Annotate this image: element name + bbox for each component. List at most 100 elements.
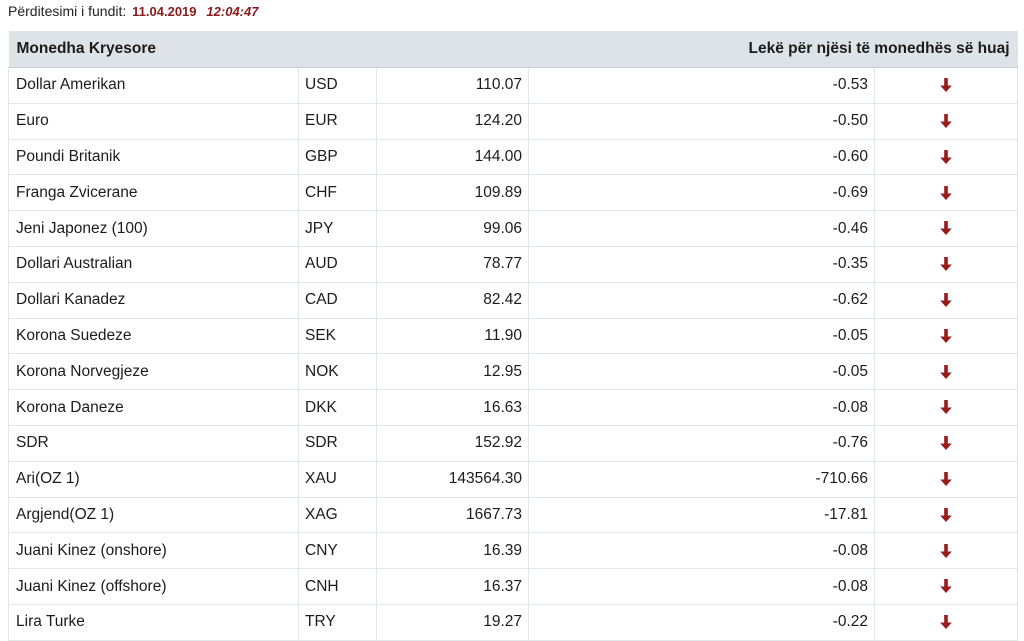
header-main-currencies: Monedha Kryesore [8,31,529,68]
currency-code-cell: JPY [298,210,377,247]
down-arrow-icon [940,185,952,200]
table-row: Dollari Australian AUD 78.77 -0.35 [8,245,1019,283]
rate-value-cell: 16.63 [375,389,530,426]
rate-value-cell: 124.20 [375,102,530,140]
table-row: Argjend(OZ 1) XAG 1667.73 -17.81 [8,496,1019,534]
currency-code-cell: CHF [298,174,377,212]
down-arrow-icon [940,293,952,308]
trend-cell [874,102,1019,140]
down-arrow-icon [940,78,952,93]
rate-change-cell: -710.66 [528,460,876,498]
rate-change-cell: -0.22 [528,603,876,641]
trend-cell [874,281,1019,319]
down-arrow-icon [940,364,952,379]
header-rate-description: Lekë për njësi të monedhës së huaj [528,31,1018,68]
currency-name-cell: Korona Suedeze [8,317,299,355]
currency-code-cell: NOK [298,353,377,391]
down-arrow-icon [940,615,952,630]
currency-name-cell: Dollar Amerikan [8,67,299,104]
currency-name-cell: Euro [8,102,299,140]
table-row: Ari(OZ 1) XAU 143564.30 -710.66 [8,460,1019,498]
table-row: Korona Suedeze SEK 11.90 -0.05 [8,317,1019,355]
table-row: Lira Turke TRY 19.27 -0.22 [8,603,1019,641]
rate-value-cell: 143564.30 [375,460,530,498]
rate-change-cell: -0.05 [528,317,876,355]
down-arrow-icon [940,328,952,343]
rate-change-cell: -0.53 [528,67,876,104]
rate-change-cell: -0.62 [528,281,876,319]
currency-code-cell: CAD [298,281,377,319]
rate-value-cell: 16.39 [375,532,530,570]
down-arrow-icon [940,472,952,487]
down-arrow-icon [940,114,952,129]
currency-name-cell: Ari(OZ 1) [8,460,299,498]
down-arrow-icon [940,400,952,415]
last-updated-date: 11.04.2019 [132,4,197,19]
trend-cell [874,389,1019,426]
trend-cell [874,245,1019,283]
rate-change-cell: -0.08 [528,568,876,605]
rate-change-cell: -0.08 [528,532,876,570]
currency-name-cell: Argjend(OZ 1) [8,496,299,534]
down-arrow-icon [940,436,952,451]
table-row: Juani Kinez (onshore) CNY 16.39 -0.08 [8,532,1019,570]
trend-cell [874,532,1019,570]
exchange-rates-table: Monedha Kryesore Lekë për njësi të moned… [8,31,1019,641]
currency-code-cell: TRY [298,603,377,641]
rate-value-cell: 19.27 [375,603,530,641]
rate-value-cell: 109.89 [375,174,530,212]
currency-code-cell: DKK [298,389,377,426]
table-row: Dollari Kanadez CAD 82.42 -0.62 [8,281,1019,319]
currency-name-cell: Dollari Australian [8,245,299,283]
currency-code-cell: EUR [298,102,377,140]
rate-value-cell: 110.07 [375,67,530,104]
currency-name-cell: Juani Kinez (offshore) [8,568,299,605]
table-header-row: Monedha Kryesore Lekë për njësi të moned… [8,31,1018,68]
last-updated-time: 12:04:47 [206,4,259,19]
currency-name-cell: Korona Daneze [8,389,299,426]
rate-change-cell: -17.81 [528,496,876,534]
down-arrow-icon [940,149,952,164]
down-arrow-icon [940,507,952,522]
rate-change-cell: -0.05 [528,353,876,391]
last-updated-label: Përditesimi i fundit: [8,3,127,19]
currency-code-cell: CNH [298,568,377,605]
last-updated: Përditesimi i fundit: 11.04.2019 12:04:4… [8,3,258,19]
currency-code-cell: GBP [298,138,377,176]
rate-change-cell: -0.69 [528,174,876,212]
currency-name-cell: Franga Zvicerane [8,174,299,212]
trend-cell [874,138,1019,176]
rate-change-cell: -0.60 [528,138,876,176]
currency-name-cell: Poundi Britanik [8,138,299,176]
currency-name-cell: SDR [8,424,299,462]
table-row: Poundi Britanik GBP 144.00 -0.60 [8,138,1019,176]
table-row: Dollar Amerikan USD 110.07 -0.53 [8,67,1019,104]
trend-cell [874,67,1019,104]
trend-cell [874,174,1019,212]
currency-name-cell: Jeni Japonez (100) [8,210,299,247]
down-arrow-icon [940,221,952,236]
table-row: Euro EUR 124.20 -0.50 [8,102,1019,140]
down-arrow-icon [940,579,952,594]
rate-change-cell: -0.76 [528,424,876,462]
rate-value-cell: 78.77 [375,245,530,283]
rate-value-cell: 12.95 [375,353,530,391]
currency-name-cell: Dollari Kanadez [8,281,299,319]
trend-cell [874,424,1019,462]
table-row: Franga Zvicerane CHF 109.89 -0.69 [8,174,1019,212]
currency-code-cell: SEK [298,317,377,355]
trend-cell [874,568,1019,605]
table-body: Dollar Amerikan USD 110.07 -0.53 Euro EUR 124.… [8,67,1019,641]
table-row: Korona Daneze DKK 16.63 -0.08 [8,389,1019,426]
trend-cell [874,460,1019,498]
rate-value-cell: 82.42 [375,281,530,319]
trend-cell [874,603,1019,641]
table-row: Juani Kinez (offshore) CNH 16.37 -0.08 [8,568,1019,605]
table-row: SDR SDR 152.92 -0.76 [8,424,1019,462]
currency-name-cell: Korona Norvegjeze [8,353,299,391]
currency-code-cell: USD [298,67,377,104]
trend-cell [874,210,1019,247]
rate-change-cell: -0.46 [528,210,876,247]
table-row: Korona Norvegjeze NOK 12.95 -0.05 [8,353,1019,391]
rate-value-cell: 11.90 [375,317,530,355]
